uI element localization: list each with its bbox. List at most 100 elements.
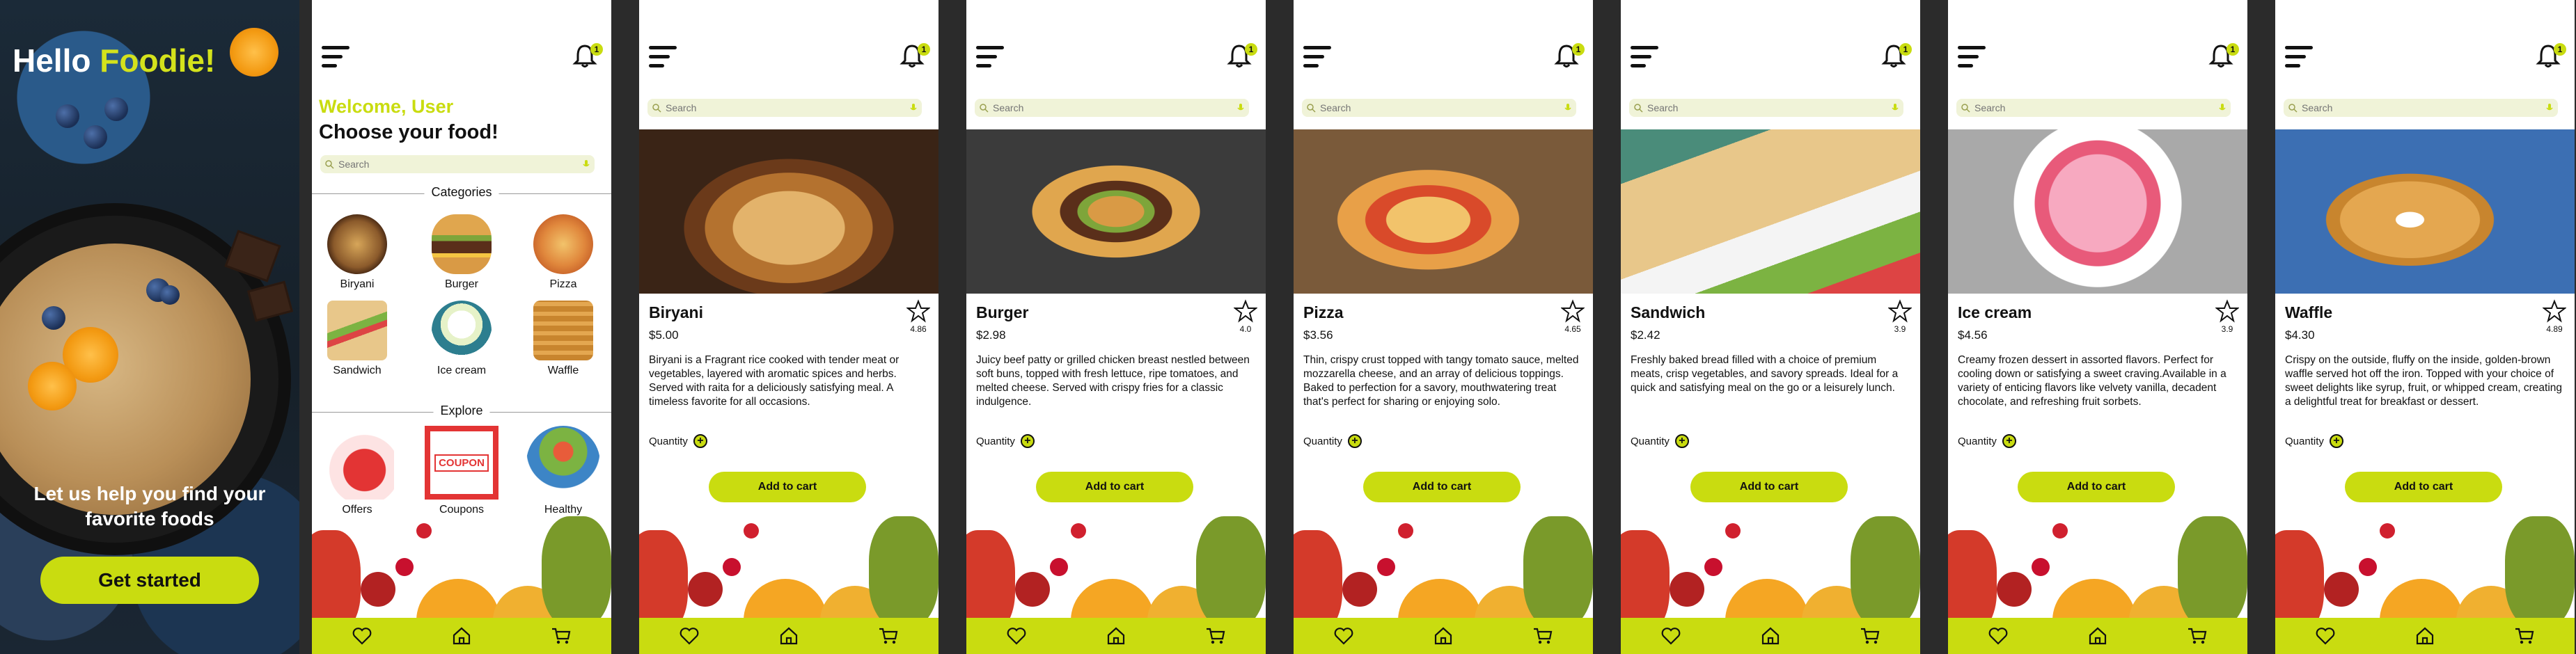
cart-icon[interactable] <box>2183 622 2211 650</box>
notification-bell-icon[interactable]: 1 <box>1553 42 1585 74</box>
search-bar[interactable] <box>2284 99 2558 117</box>
search-bar[interactable] <box>1956 99 2231 117</box>
quantity-plus-button[interactable]: + <box>2329 434 2343 448</box>
home-icon[interactable] <box>448 622 476 650</box>
home-icon[interactable] <box>2084 622 2112 650</box>
notification-badge: 1 <box>1245 43 1257 56</box>
menu-icon[interactable] <box>322 46 350 68</box>
heart-icon[interactable] <box>1984 622 2012 650</box>
add-to-cart-button[interactable]: Add to cart <box>1690 472 1848 502</box>
cart-icon[interactable] <box>547 622 575 650</box>
search-bar[interactable] <box>320 155 595 173</box>
category-biryani[interactable]: Biryani <box>319 214 395 291</box>
heart-icon[interactable] <box>1330 622 1358 650</box>
quantity-control: Quantity + <box>1958 434 2016 448</box>
explore-coupons[interactable]: COUPON Coupons <box>423 426 500 516</box>
heart-icon[interactable] <box>348 622 376 650</box>
food-price: $5.00 <box>649 328 679 342</box>
explore-offers[interactable]: Offers <box>319 426 395 516</box>
search-input[interactable] <box>661 102 909 114</box>
menu-icon[interactable] <box>649 46 677 68</box>
food-rating: 4.86 <box>910 324 927 334</box>
food-description: Thin, crispy crust topped with tangy tom… <box>1303 354 1579 408</box>
cart-icon[interactable] <box>1202 622 1230 650</box>
blueberry-image <box>160 285 180 305</box>
food-rating: 4.0 <box>1239 324 1252 334</box>
mic-icon[interactable] <box>582 159 590 169</box>
explore-heading: Explore <box>312 404 611 420</box>
mic-icon[interactable] <box>1236 103 1245 113</box>
favorite-star-icon[interactable] <box>2542 299 2567 323</box>
search-input[interactable] <box>334 158 582 170</box>
search-bar[interactable] <box>1302 99 1576 117</box>
add-to-cart-button[interactable]: Add to cart <box>2018 472 2175 502</box>
search-input[interactable] <box>1643 102 1891 114</box>
category-burger[interactable]: Burger <box>423 214 500 291</box>
food-image <box>1621 129 1920 294</box>
quantity-plus-button[interactable]: + <box>1020 434 1035 448</box>
home-icon[interactable] <box>1429 622 1457 650</box>
category-pizza[interactable]: Pizza <box>525 214 602 291</box>
notification-bell-icon[interactable]: 1 <box>1880 42 1912 74</box>
quantity-plus-button[interactable]: + <box>1347 434 1362 448</box>
notification-bell-icon[interactable]: 1 <box>2534 42 2566 74</box>
search-input[interactable] <box>2298 102 2545 114</box>
favorite-star-icon[interactable] <box>1560 299 1585 323</box>
food-name: Ice cream <box>1958 303 2032 321</box>
add-to-cart-button[interactable]: Add to cart <box>709 472 866 502</box>
add-to-cart-button[interactable]: Add to cart <box>2345 472 2502 502</box>
cart-icon[interactable] <box>1529 622 1557 650</box>
category-waffle[interactable]: Waffle <box>525 301 602 377</box>
notification-bell-icon[interactable]: 1 <box>571 42 603 74</box>
mic-icon[interactable] <box>2218 103 2226 113</box>
menu-icon[interactable] <box>1958 46 1986 68</box>
quantity-plus-button[interactable]: + <box>1674 434 1689 448</box>
menu-icon[interactable] <box>1303 46 1331 68</box>
home-icon[interactable] <box>1757 622 1784 650</box>
favorite-star-icon[interactable] <box>1233 299 1258 323</box>
heart-icon[interactable] <box>2311 622 2339 650</box>
notification-badge: 1 <box>1899 43 1912 56</box>
add-to-cart-button[interactable]: Add to cart <box>1036 472 1193 502</box>
search-bar[interactable] <box>647 99 922 117</box>
notification-bell-icon[interactable]: 1 <box>898 42 930 74</box>
category-sandwich[interactable]: Sandwich <box>319 301 395 377</box>
quantity-plus-button[interactable]: + <box>2002 434 2016 448</box>
search-input[interactable] <box>989 102 1236 114</box>
mic-icon[interactable] <box>909 103 918 113</box>
menu-icon[interactable] <box>2285 46 2313 68</box>
home-icon[interactable] <box>2411 622 2439 650</box>
menu-icon[interactable] <box>976 46 1004 68</box>
search-bar[interactable] <box>1629 99 1903 117</box>
heart-icon[interactable] <box>1657 622 1685 650</box>
get-started-button[interactable]: Get started <box>40 557 259 604</box>
food-detail-screen-waffle: 1 Waffle $4.30 4.89 Crispy on the outsid… <box>2275 0 2575 654</box>
heart-icon[interactable] <box>1003 622 1030 650</box>
category-ice-cream[interactable]: Ice cream <box>423 301 500 377</box>
notification-bell-icon[interactable]: 1 <box>1225 42 1257 74</box>
search-input[interactable] <box>1970 102 2218 114</box>
search-bar[interactable] <box>975 99 1249 117</box>
favorite-star-icon[interactable] <box>2215 299 2240 323</box>
search-icon <box>1961 104 1970 113</box>
title-hello: Hello <box>13 42 91 79</box>
favorite-star-icon[interactable] <box>1887 299 1913 323</box>
cart-icon[interactable] <box>874 622 902 650</box>
home-icon[interactable] <box>775 622 803 650</box>
menu-icon[interactable] <box>1631 46 1658 68</box>
favorite-star-icon[interactable] <box>906 299 931 323</box>
blueberry-image <box>84 125 107 149</box>
heart-icon[interactable] <box>675 622 703 650</box>
mic-icon[interactable] <box>1891 103 1899 113</box>
cart-icon[interactable] <box>1856 622 1884 650</box>
mic-icon[interactable] <box>1564 103 1572 113</box>
explore-healthy[interactable]: Healthy <box>525 426 602 516</box>
mic-icon[interactable] <box>2545 103 2554 113</box>
add-to-cart-button[interactable]: Add to cart <box>1363 472 1521 502</box>
search-input[interactable] <box>1316 102 1564 114</box>
cart-icon[interactable] <box>2511 622 2538 650</box>
quantity-plus-button[interactable]: + <box>693 434 707 448</box>
notification-bell-icon[interactable]: 1 <box>2207 42 2239 74</box>
home-icon[interactable] <box>1102 622 1130 650</box>
food-image <box>1294 129 1593 294</box>
